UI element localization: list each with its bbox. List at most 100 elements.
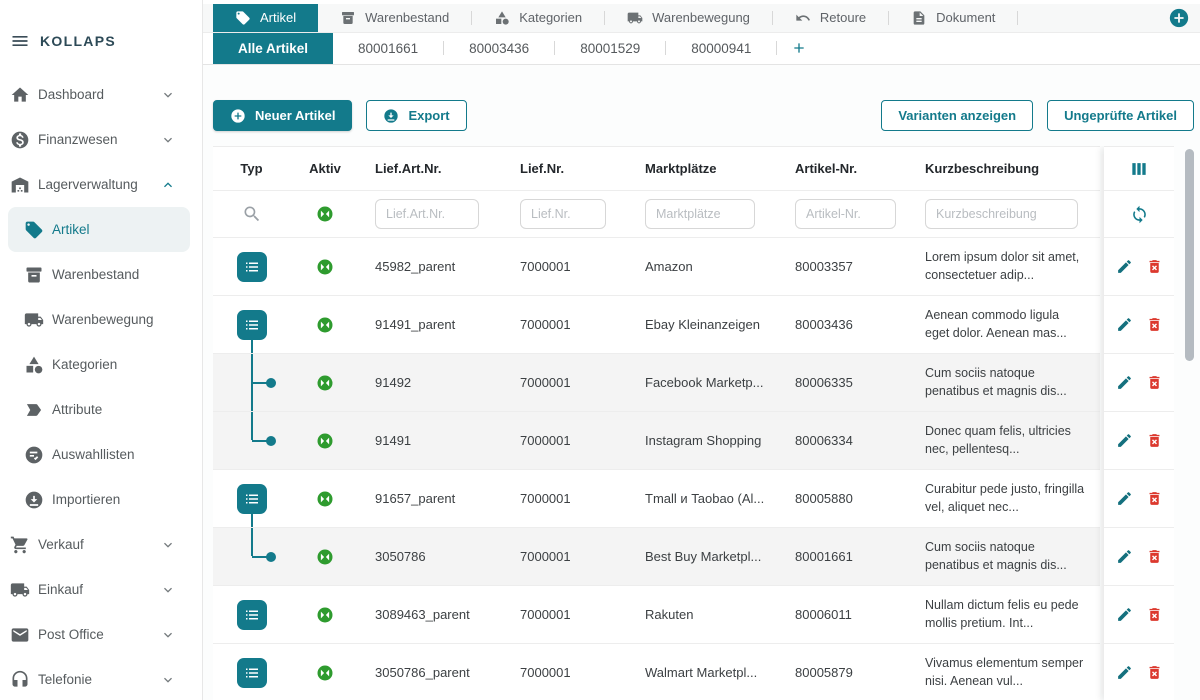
edit-icon[interactable] <box>1116 374 1133 391</box>
sidebar-item-label: Artikel <box>52 222 90 237</box>
new-article-button[interactable]: Neuer Artikel <box>213 100 352 131</box>
delete-icon[interactable] <box>1146 664 1163 681</box>
table-scrollbar[interactable] <box>1185 149 1194 361</box>
typ-cell <box>213 586 290 643</box>
filter-artikel-nr-input[interactable] <box>795 199 896 229</box>
delete-icon[interactable] <box>1146 548 1163 565</box>
article-tab-label: 80000941 <box>691 41 751 56</box>
sidebar-item-lagerverwaltung[interactable]: Lagerverwaltung <box>0 162 202 207</box>
delete-icon[interactable] <box>1146 490 1163 507</box>
sidebar-item-post-office[interactable]: Post Office <box>0 612 202 657</box>
tab-artikel[interactable]: Artikel <box>213 4 318 32</box>
truck-icon <box>24 310 44 330</box>
edit-icon[interactable] <box>1116 548 1133 565</box>
edit-icon[interactable] <box>1116 316 1133 333</box>
active-icon <box>316 490 334 508</box>
tree-line <box>251 340 253 353</box>
sidebar-item-telefonie[interactable]: Telefonie <box>0 657 202 700</box>
delete-icon[interactable] <box>1146 374 1163 391</box>
sidebar-item-auswahllisten[interactable]: Auswahllisten <box>8 432 190 477</box>
row-type-button[interactable] <box>237 484 267 514</box>
tab-dokument[interactable]: Dokument <box>889 4 1017 32</box>
chevron-down-icon <box>160 582 176 598</box>
sidebar-item-warenbestand[interactable]: Warenbestand <box>8 252 190 297</box>
download-circle-icon <box>383 108 399 124</box>
cell-lief-nr: 7000001 <box>505 433 630 448</box>
active-icon <box>316 316 334 334</box>
sidebar-item-verkauf[interactable]: Verkauf <box>0 522 202 567</box>
article-tab-80001529[interactable]: 80001529 <box>555 33 665 64</box>
tab-label: Artikel <box>260 10 296 25</box>
delete-icon[interactable] <box>1146 316 1163 333</box>
delete-icon[interactable] <box>1146 606 1163 623</box>
cell-lief-art-nr: 3050786 <box>360 549 505 564</box>
sidebar: KOLLAPS DashboardFinanzwesenLagerverwalt… <box>0 0 203 700</box>
tab-warenbewegung[interactable]: Warenbewegung <box>605 4 772 32</box>
refresh-icon[interactable] <box>1130 205 1149 224</box>
tag-icon <box>24 220 44 240</box>
sidebar-item-importieren[interactable]: Importieren <box>8 477 190 522</box>
chevron-down-icon <box>160 627 176 643</box>
columns-icon[interactable] <box>1129 159 1149 179</box>
cell-kurzbeschreibung: Vivamus elementum semper nisi. Aenean vu… <box>910 655 1100 691</box>
tab-retoure[interactable]: Retoure <box>773 4 888 32</box>
article-tab-alle-artikel[interactable]: Alle Artikel <box>213 33 333 64</box>
row-type-button[interactable] <box>237 658 267 688</box>
sidebar-item-dashboard[interactable]: Dashboard <box>0 72 202 117</box>
edit-icon[interactable] <box>1116 606 1133 623</box>
cell-marktplatz: Tmall и Taobao (Al... <box>630 491 780 506</box>
sidebar-item-warenbewegung[interactable]: Warenbewegung <box>8 297 190 342</box>
actions-body <box>1104 238 1174 700</box>
article-tab-80003436[interactable]: 80003436 <box>444 33 554 64</box>
article-table: Typ Aktiv Lief.Art.Nr. Lief.Nr. Marktplä… <box>213 146 1194 700</box>
sidebar-item-label: Telefonie <box>38 672 92 687</box>
row-type-button[interactable] <box>237 600 267 630</box>
tab-warenbestand[interactable]: Warenbestand <box>318 4 471 32</box>
tab-kategorien[interactable]: Kategorien <box>472 4 604 32</box>
edit-icon[interactable] <box>1116 432 1133 449</box>
article-tab-80000941[interactable]: 80000941 <box>666 33 776 64</box>
edit-icon[interactable] <box>1116 490 1133 507</box>
add-article-tab-icon[interactable] <box>791 40 807 56</box>
sidebar-item-attribute[interactable]: Attribute <box>8 387 190 432</box>
checklist-icon <box>24 445 44 465</box>
export-button[interactable]: Export <box>366 100 466 131</box>
unchecked-articles-button[interactable]: Ungeprüfte Artikel <box>1047 100 1194 131</box>
menu-icon[interactable] <box>10 31 30 51</box>
filter-marktplaetze-input[interactable] <box>645 199 755 229</box>
cell-artikel-nr: 80005880 <box>780 491 910 506</box>
table-row: 30507867000001Best Buy Marketpl...800016… <box>213 528 1100 586</box>
col-header-artikel-nr: Artikel-Nr. <box>780 161 910 176</box>
aktiv-cell <box>290 644 360 700</box>
filter-lief-nr-input[interactable] <box>520 199 606 229</box>
truck-icon <box>627 10 643 26</box>
sidebar-item-label: Auswahllisten <box>52 447 135 462</box>
row-actions-cell <box>1104 296 1174 354</box>
article-tab-80001661[interactable]: 80001661 <box>333 33 443 64</box>
sidebar-item-kategorien[interactable]: Kategorien <box>8 342 190 387</box>
add-module-tab-icon[interactable] <box>1168 7 1190 29</box>
filter-lief-art-nr-input[interactable] <box>375 199 479 229</box>
app: KOLLAPS DashboardFinanzwesenLagerverwalt… <box>0 0 1200 700</box>
active-filter-icon[interactable] <box>316 205 334 223</box>
sidebar-item-label: Kategorien <box>52 357 117 372</box>
col-header-kurzbeschreibung: Kurzbeschreibung <box>910 161 1100 176</box>
active-icon <box>316 664 334 682</box>
sidebar-item-label: Attribute <box>52 402 102 417</box>
typ-cell <box>213 644 290 700</box>
row-type-button[interactable] <box>237 310 267 340</box>
sidebar-item-einkauf[interactable]: Einkauf <box>0 567 202 612</box>
edit-icon[interactable] <box>1116 258 1133 275</box>
filter-kurzbeschreibung-input[interactable] <box>925 199 1078 229</box>
aktiv-cell <box>290 238 360 295</box>
sidebar-item-artikel[interactable]: Artikel <box>8 207 190 252</box>
list-icon <box>243 258 261 276</box>
row-type-button[interactable] <box>237 252 267 282</box>
edit-icon[interactable] <box>1116 664 1133 681</box>
show-variants-button[interactable]: Varianten anzeigen <box>881 100 1033 131</box>
cell-kurzbeschreibung: Cum sociis natoque penatibus et magnis d… <box>910 539 1100 575</box>
delete-icon[interactable] <box>1146 432 1163 449</box>
dollar-icon <box>10 130 30 150</box>
sidebar-item-finanzwesen[interactable]: Finanzwesen <box>0 117 202 162</box>
delete-icon[interactable] <box>1146 258 1163 275</box>
